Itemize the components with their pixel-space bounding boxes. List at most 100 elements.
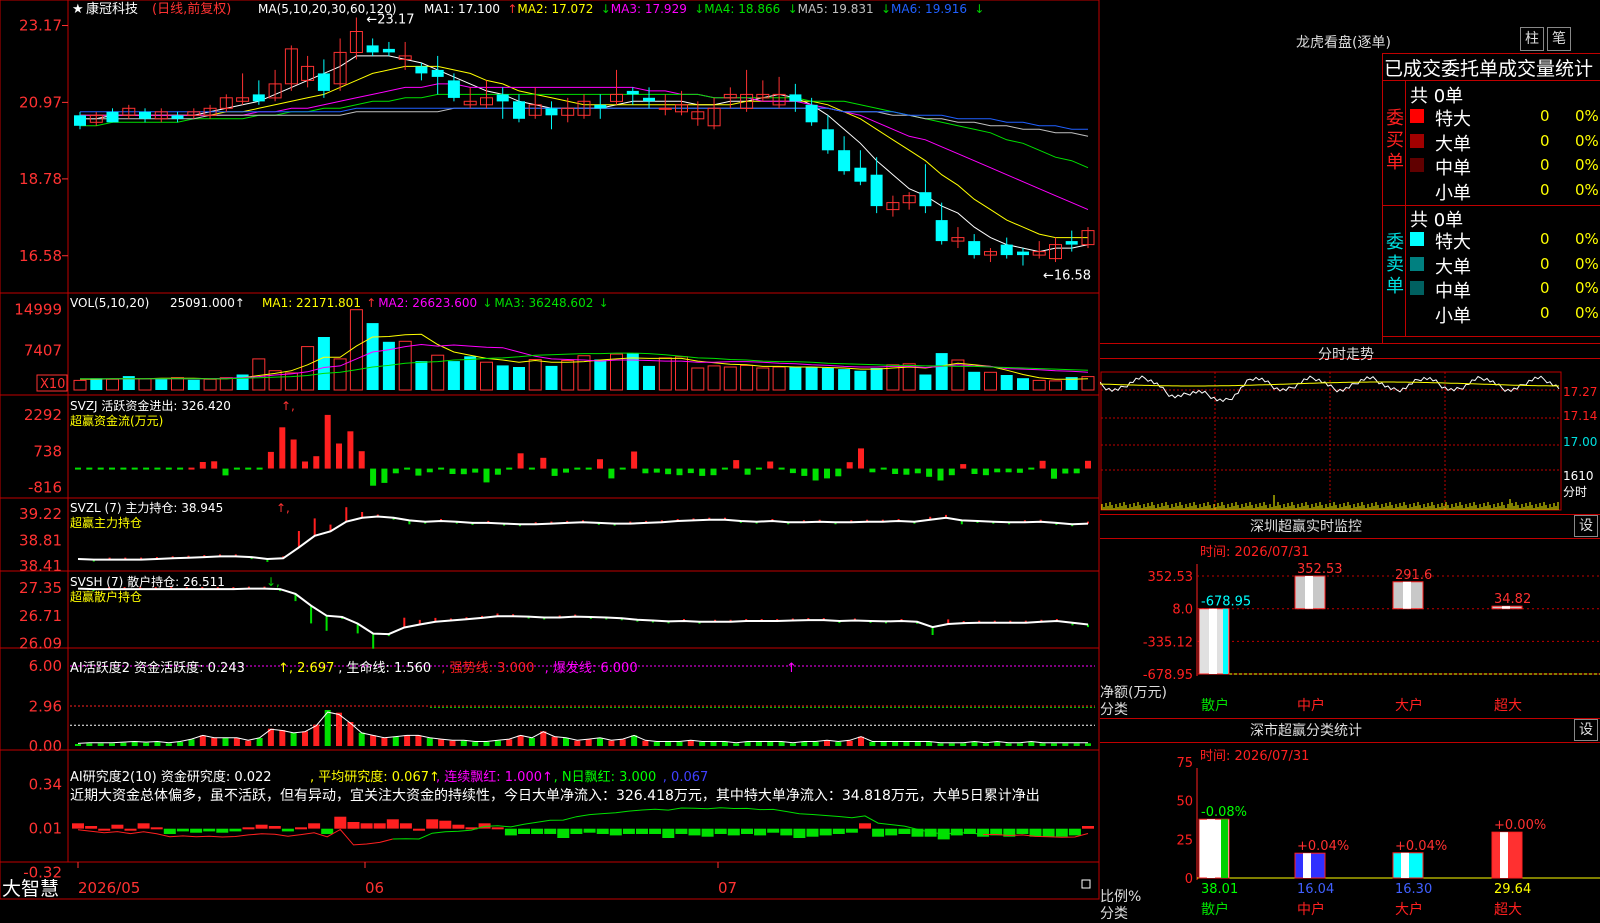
svzj-tick [177, 467, 184, 470]
svzj-tick [721, 467, 728, 470]
vol-bar-down [90, 378, 103, 390]
svzj-tick [880, 467, 887, 470]
ai-res-y-tick: 0.01 [29, 820, 62, 838]
svzl-title: SVZL (7) 主力持仓: 38.945 [70, 500, 223, 515]
svzj-bar-down [653, 468, 660, 473]
svzj-bar-down [1073, 468, 1080, 474]
ai-act-bar [869, 742, 876, 746]
svzj-bar-up [846, 462, 853, 469]
sz-class-stats-category-label: 中户 [1297, 901, 1325, 918]
candle-body-down [935, 220, 948, 242]
candle-body-down [821, 129, 834, 151]
ai-act-y-tick: 0.00 [29, 737, 62, 755]
ma-legend-ma1: MA1: 17.100 [424, 2, 500, 16]
ai-res-bar [1042, 828, 1055, 837]
vol-bar-up [106, 378, 119, 391]
ai-res-bar [281, 828, 294, 832]
svzj-tick [97, 467, 104, 470]
ai-act-bar [631, 735, 638, 746]
ai-act-y-tick: 2.96 [29, 698, 62, 716]
svzj-bar-up [302, 461, 308, 469]
ai-res-bar [504, 828, 517, 836]
candle-body-down [106, 111, 119, 123]
x-tick-label: 07 [718, 879, 737, 897]
candle-body-down [838, 150, 851, 172]
ai-res-bar [98, 828, 111, 831]
vol-y-tick: 14999 [14, 301, 62, 319]
candle-body-up [658, 107, 672, 110]
sz-monitor-bar-highlight [1209, 608, 1217, 674]
sell-swatch [1410, 232, 1424, 246]
vol-legend-ma3: MA3: 36248.602 [494, 296, 593, 310]
bar-mode-button[interactable]: 柱 [1520, 27, 1544, 51]
sell-row-value: 0 [1540, 303, 1550, 322]
ai-res-bar [662, 828, 675, 838]
ai-act-bar [789, 743, 796, 746]
svzj-bar-up [767, 461, 774, 469]
sz-monitor-bar-highlight [1305, 576, 1313, 609]
svzj-bar-up [1039, 460, 1046, 469]
svzj-bar-down [608, 468, 615, 479]
ai-act-bar [245, 740, 252, 746]
sz-class-stats-setting-button[interactable]: 设 [1574, 719, 1598, 741]
svzj-bar-up [631, 451, 638, 469]
ai-act-line [77, 711, 1088, 744]
vol-bar-down [968, 371, 981, 390]
candle-body-down [415, 66, 428, 74]
candle-body-down [252, 94, 265, 102]
stats-vsep [1405, 80, 1406, 336]
right-panel: 龙虎看盘(逐单) 柱笔已成交委托单成交量统计 委买单 委卖单共 0单共 0单 特大 0 0%… [1100, 0, 1600, 922]
ai-res-bar [1055, 828, 1068, 837]
sell-side-label: 委卖单 [1386, 232, 1404, 297]
sz-class-stats-change-label: +0.00% [1494, 818, 1546, 833]
intraday-chart[interactable]: 17.27 17.14 17.00 1610 分时 [1100, 360, 1600, 520]
app-root: 23.17 20.97 18.78 16.58 ←23.17 ←16.58 ★ 康冠科技 (日线… [0, 0, 1600, 922]
svzj-bar-down [563, 468, 569, 473]
vol-bar-down [789, 367, 802, 390]
lhkp-title: 龙虎看盘(逐单) [1296, 35, 1391, 51]
sz-monitor-sep-2 [1100, 538, 1600, 539]
svzj-bar-up [267, 451, 274, 469]
ai-act-bar [483, 742, 490, 746]
sz-monitor-y-tick: 8.0 [1172, 603, 1193, 618]
svzl-line [77, 515, 1089, 561]
ai-act-bar [948, 743, 955, 746]
svzj-bar-down [472, 468, 479, 473]
ai-res-bar [649, 828, 662, 834]
ai-res-bar [124, 828, 137, 831]
candle-body-down [626, 90, 639, 95]
svzj-tick [778, 467, 785, 470]
buy-row-pct: 0% [1575, 180, 1599, 199]
sz-monitor-setting-button[interactable]: 设 [1574, 515, 1598, 537]
ai-act-bar [290, 732, 297, 746]
svzj-tick [75, 467, 81, 470]
y-tick-label: 18.78 [19, 170, 62, 188]
ai-res-bar [360, 823, 373, 829]
ai-act-bar [914, 742, 921, 746]
vol-bar-down [838, 369, 851, 390]
vol-bar-up [1032, 379, 1046, 391]
svzl-change-tick [297, 531, 300, 548]
kline-chart-area[interactable]: 23.1720.9718.7816.58←23.17←16.58★ 康冠科技 (日线… [0, 0, 1100, 900]
tick-mode-button[interactable]: 笔 [1547, 27, 1571, 51]
ai-res-bar [570, 828, 583, 834]
sz-class-stats-y-tick: 75 [1176, 756, 1193, 771]
ai-act-bar [1085, 743, 1091, 746]
buy-row-pct: 0% [1575, 156, 1599, 174]
candle-body-down [919, 192, 932, 207]
vol-bar-up [561, 360, 575, 391]
svzj-bar-up [347, 431, 354, 469]
ai-act-bar [528, 738, 535, 746]
stats-sep-3 [1382, 336, 1600, 337]
ai-act-bar [211, 738, 218, 746]
candle-body-down [171, 115, 184, 119]
ai-res-bar [308, 823, 321, 829]
buy-row-pct: 0% [1575, 107, 1599, 125]
buy-row-pct: 0% [1575, 131, 1599, 150]
svzj-tick [404, 467, 411, 470]
svzj-tick [585, 467, 592, 470]
buy-row-value: 0 [1540, 156, 1550, 174]
vol-bar-down [122, 376, 135, 390]
sz-class-stats-change-label: -0.08% [1201, 805, 1247, 820]
ai-act-bar [1028, 742, 1035, 746]
